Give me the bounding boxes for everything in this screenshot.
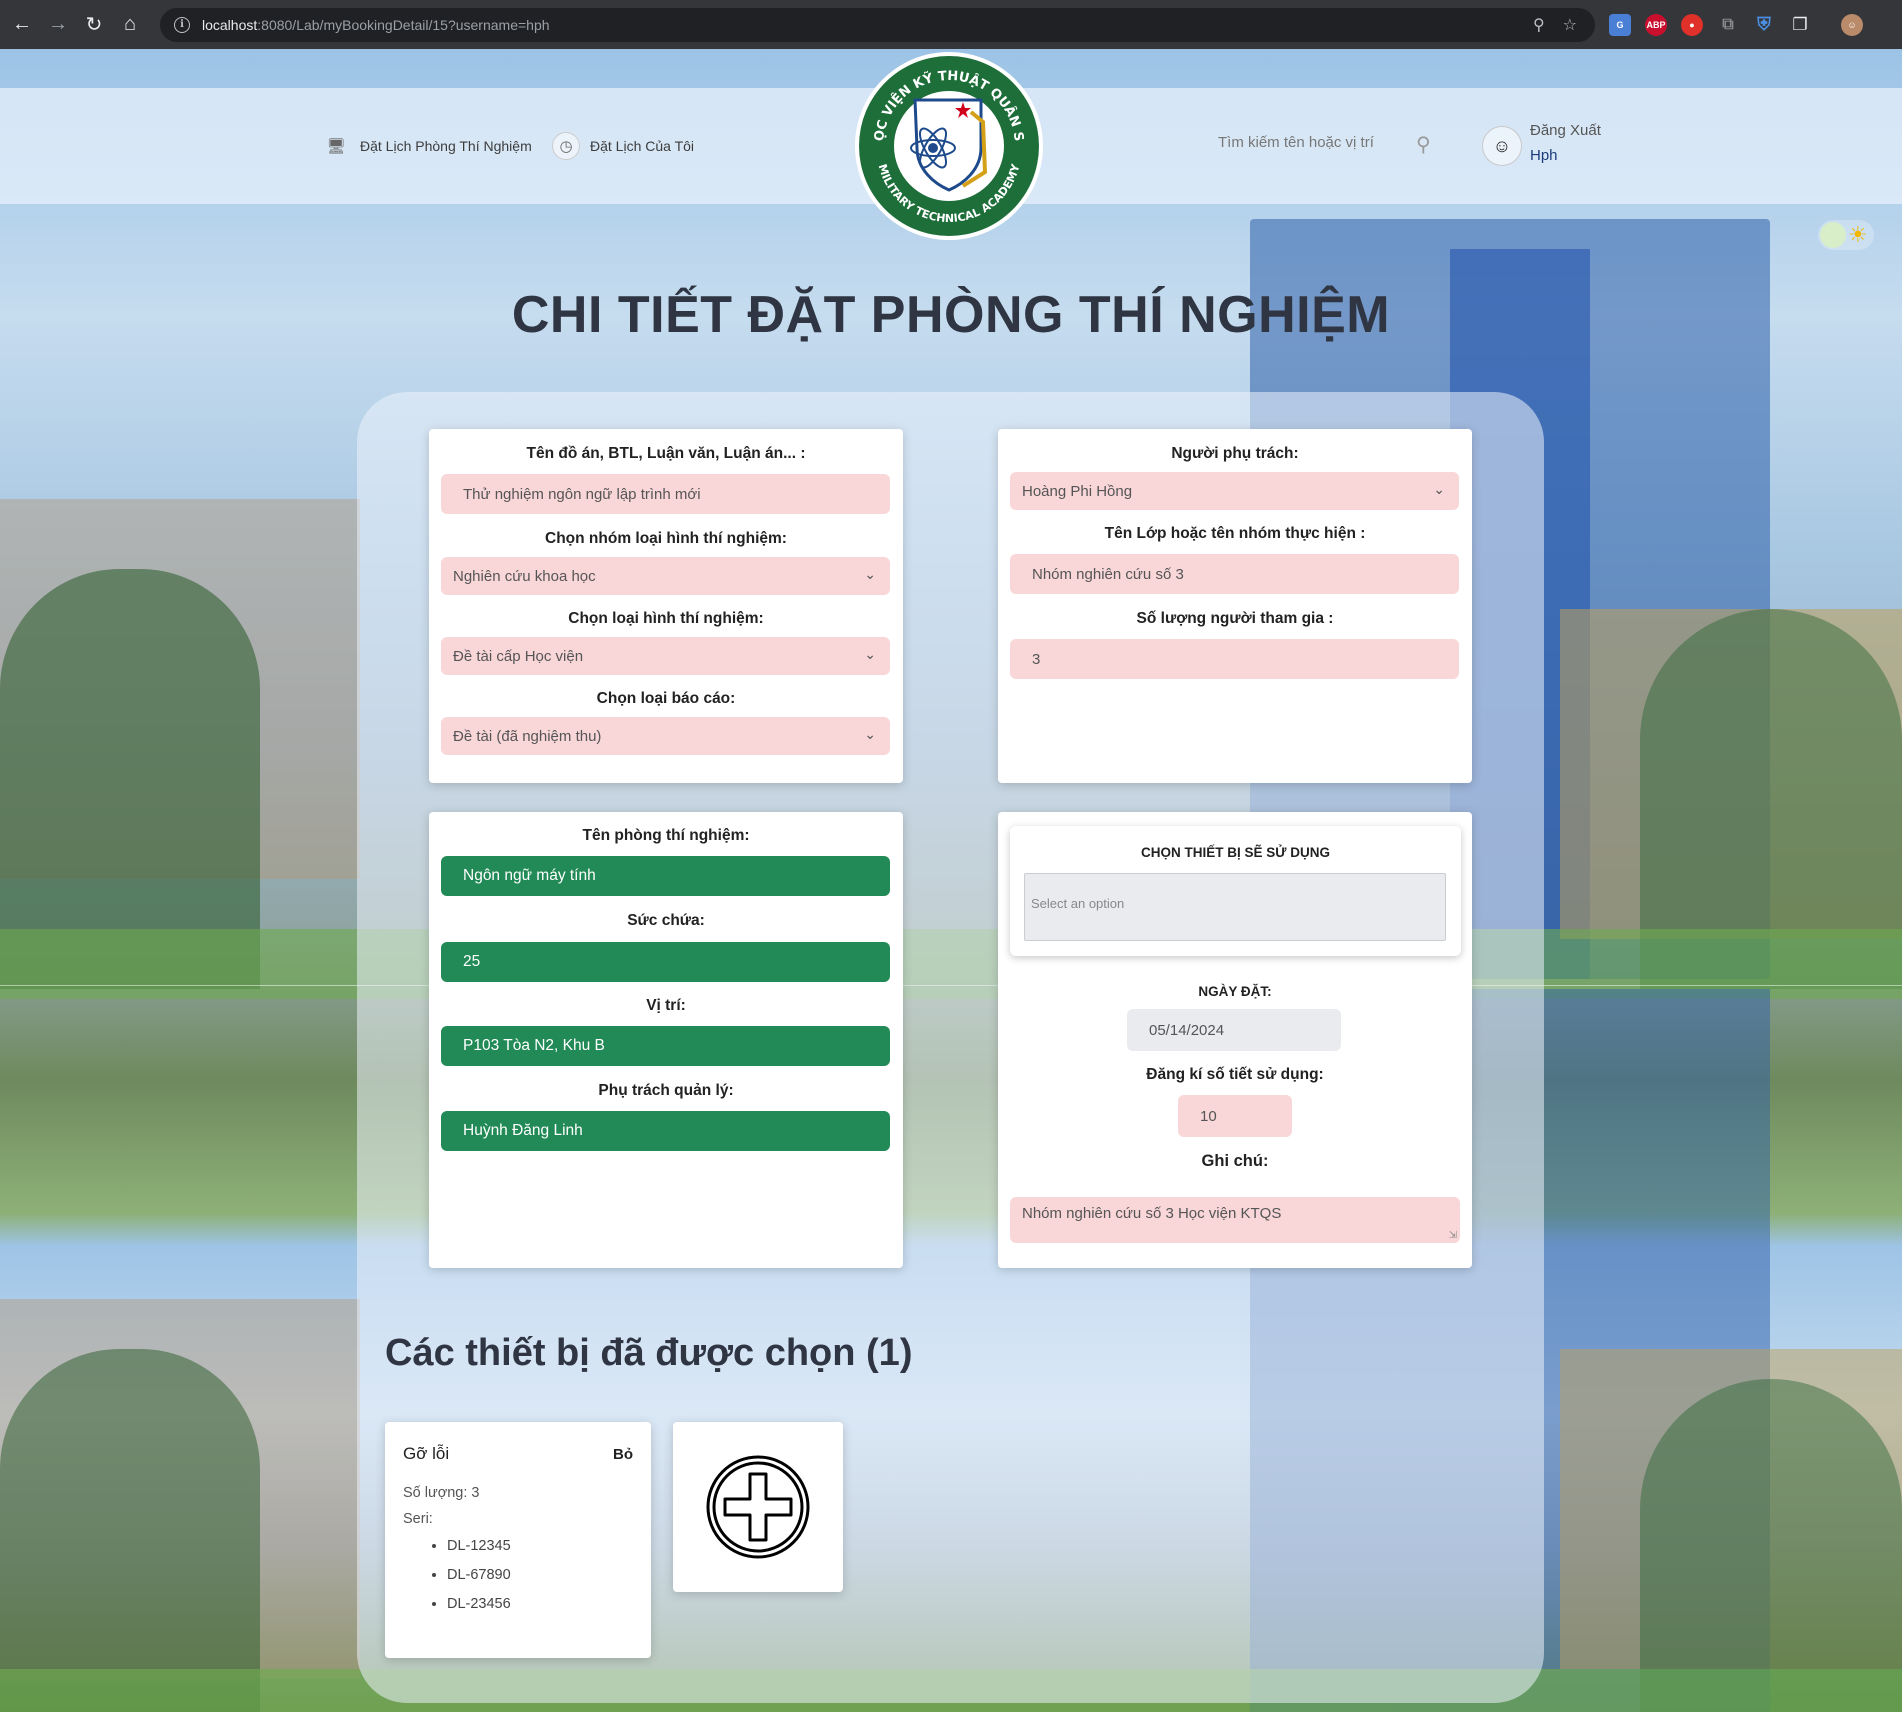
- project-label: Tên đồ án, BTL, Luận văn, Luận án... :: [526, 445, 806, 462]
- group-select[interactable]: Nghiên cứu khoa học ⌄: [441, 557, 890, 595]
- zoom-icon[interactable]: ⚲: [1533, 15, 1545, 35]
- page-title: CHI TIẾT ĐẶT PHÒNG THÍ NGHIỆM: [511, 286, 1391, 344]
- toggle-knob: [1820, 222, 1846, 248]
- lab-card: Tên phòng thí nghiệm: Ngôn ngữ máy tính …: [429, 812, 903, 1268]
- responsible-label: Người phụ trách:: [1171, 445, 1299, 462]
- manager-label: Phụ trách quản lý:: [598, 1082, 734, 1099]
- search-icon[interactable]: ⚲: [1416, 132, 1431, 157]
- responsible-select-value: Hoàng Phi Hồng: [1022, 482, 1133, 500]
- group-label: Chọn nhóm loại hình thí nghiệm:: [545, 530, 787, 547]
- chevron-down-icon: ⌄: [864, 726, 876, 742]
- sun-icon: ☀: [1848, 222, 1868, 247]
- serial-item: DL-12345: [447, 1538, 511, 1567]
- forward-arrow-icon[interactable]: →: [40, 7, 76, 43]
- notes-label: Ghi chú:: [1201, 1152, 1269, 1170]
- device-card: Gỡ lỗi Bỏ Số lượng: 3 Seri: DL-12345 DL-…: [385, 1422, 651, 1658]
- site-info-icon[interactable]: i: [174, 16, 190, 33]
- periods-field[interactable]: 10: [1178, 1095, 1292, 1137]
- username-label: Hph: [1530, 147, 1558, 164]
- equipment-picker: CHỌN THIẾT BỊ SẼ SỬ DỤNG Select an optio…: [1010, 826, 1461, 956]
- type-select[interactable]: Đề tài cấp Học viện ⌄: [441, 637, 890, 675]
- academy-logo: HỌC VIỆN KỸ THUẬT QUÂN SỰ MILITARY TECHN…: [853, 50, 1043, 240]
- count-label: Số lượng người tham gia :: [1136, 610, 1334, 627]
- chevron-down-icon: ⌄: [864, 646, 876, 662]
- equipment-title: CHỌN THIẾT BỊ SẼ SỬ DỤNG: [1141, 845, 1330, 860]
- notes-value: Nhóm nghiên cứu số 3 Học viện KTQS: [1022, 1205, 1282, 1222]
- translate-extension-icon[interactable]: G: [1609, 13, 1631, 36]
- date-label: NGÀY ĐẶT:: [1198, 984, 1272, 999]
- shield-extension-icon[interactable]: ⛨: [1753, 14, 1775, 36]
- address-bar[interactable]: i localhost:8080/Lab/myBookingDetail/15?…: [160, 7, 1595, 42]
- capacity-label: Sức chứa:: [627, 912, 705, 929]
- chevron-down-icon: ⌄: [864, 566, 876, 582]
- nav-book-lab-label: Đặt Lịch Phòng Thí Nghiệm: [360, 138, 532, 154]
- device-quantity: Số lượng: 3: [403, 1485, 480, 1501]
- search-input[interactable]: Tìm kiếm tên hoặc vị trí: [1218, 134, 1374, 151]
- capacity-field: 25: [441, 942, 890, 982]
- monitor-icon: 🖥: [326, 138, 346, 155]
- url-path: :8080/Lab/myBookingDetail/15?username=hp…: [257, 16, 550, 33]
- date-field[interactable]: 05/14/2024: [1127, 1009, 1341, 1051]
- location-field: P103 Tòa N2, Khu B: [441, 1026, 890, 1066]
- group-select-value: Nghiên cứu khoa học: [453, 567, 596, 585]
- count-field[interactable]: 3: [1010, 639, 1459, 679]
- device-serial-label: Seri:: [403, 1511, 433, 1527]
- notes-textarea[interactable]: Nhóm nghiên cứu số 3 Học viện KTQS ⇲: [1010, 1197, 1460, 1243]
- theme-toggle[interactable]: ☀: [1818, 220, 1874, 250]
- adblock-extension-icon[interactable]: ABP: [1645, 13, 1667, 36]
- home-icon[interactable]: ⌂: [112, 7, 148, 43]
- report-select[interactable]: Đề tài (đã nghiệm thu) ⌄: [441, 717, 890, 755]
- type-label: Chọn loại hình thí nghiệm:: [568, 610, 764, 627]
- reload-icon[interactable]: ↻: [76, 7, 112, 43]
- class-field[interactable]: Nhóm nghiên cứu số 3: [1010, 554, 1459, 594]
- booking-card: CHỌN THIẾT BỊ SẼ SỬ DỤNG Select an optio…: [998, 812, 1472, 1268]
- project-card: Tên đồ án, BTL, Luận văn, Luận án... : T…: [429, 429, 903, 783]
- back-arrow-icon[interactable]: ←: [4, 7, 40, 43]
- location-label: Vị trí:: [646, 997, 686, 1014]
- clock-icon: ◷: [552, 132, 580, 160]
- resize-handle-icon[interactable]: ⇲: [1449, 1230, 1457, 1241]
- profile-avatar-icon[interactable]: ☺: [1841, 13, 1863, 36]
- class-label: Tên Lớp hoặc tên nhóm thực hiện :: [1104, 525, 1366, 542]
- devices-heading: Các thiết bị đã được chọn (1): [385, 1332, 913, 1374]
- lab-name-label: Tên phòng thí nghiệm:: [582, 827, 750, 844]
- equipment-select[interactable]: Select an option: [1024, 873, 1446, 941]
- copy-extension-icon[interactable]: ⧉: [1717, 14, 1739, 36]
- add-device-button[interactable]: [673, 1422, 843, 1592]
- device-name: Gỡ lỗi: [403, 1444, 450, 1463]
- plus-circle-icon: [706, 1455, 810, 1559]
- periods-label: Đăng kí số tiết sử dụng:: [1146, 1066, 1324, 1083]
- report-label: Chọn loại báo cáo:: [596, 690, 736, 707]
- nav-my-bookings-label: Đặt Lịch Của Tôi: [590, 138, 695, 154]
- person-card: Người phụ trách: Hoàng Phi Hồng ⌄ Tên Lớ…: [998, 429, 1472, 783]
- serial-item: DL-67890: [447, 1567, 511, 1596]
- report-select-value: Đề tài (đã nghiệm thu): [453, 727, 602, 745]
- bookmark-star-icon[interactable]: ☆: [1563, 15, 1577, 35]
- chevron-down-icon: ⌄: [1433, 481, 1445, 497]
- serial-item: DL-23456: [447, 1596, 511, 1625]
- manager-field: Huỳnh Đăng Linh: [441, 1111, 890, 1151]
- user-account-icon[interactable]: ☺: [1482, 126, 1522, 166]
- nav-my-bookings[interactable]: ◷ Đặt Lịch Của Tôi: [552, 132, 694, 160]
- serial-list: DL-12345 DL-67890 DL-23456: [447, 1538, 511, 1625]
- responsible-select[interactable]: Hoàng Phi Hồng ⌄: [1010, 472, 1459, 510]
- nav-book-lab[interactable]: 🖥 Đặt Lịch Phòng Thí Nghiệm: [322, 132, 532, 160]
- browser-toolbar: ← → ↻ ⌂ i localhost:8080/Lab/myBookingDe…: [0, 0, 1902, 49]
- lab-name-field: Ngôn ngữ máy tính: [441, 856, 890, 896]
- remove-device-button[interactable]: Bỏ: [613, 1446, 633, 1463]
- project-field[interactable]: Thử nghiệm ngôn ngữ lập trình mới: [441, 474, 890, 514]
- extensions-puzzle-icon[interactable]: ❐: [1789, 14, 1811, 36]
- red-extension-icon[interactable]: ●: [1681, 13, 1703, 36]
- logout-link[interactable]: Đăng Xuất: [1530, 122, 1601, 139]
- url-host: localhost: [202, 16, 258, 33]
- type-select-value: Đề tài cấp Học viện: [453, 647, 584, 665]
